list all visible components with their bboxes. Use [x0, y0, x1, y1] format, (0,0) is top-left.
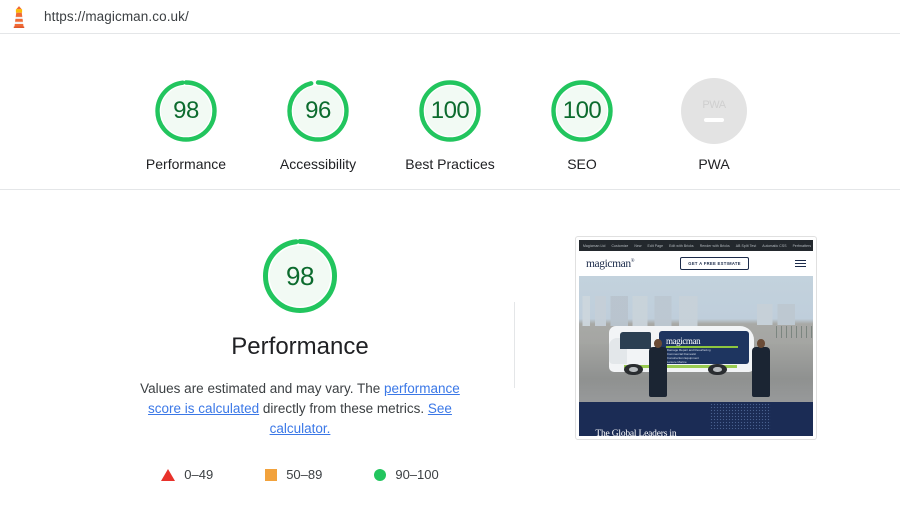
- admin-bar-item: Customize: [611, 243, 629, 248]
- legend-item-average: 50–89: [265, 467, 322, 482]
- site-logo-text: magicman: [586, 257, 631, 270]
- final-screenshot-thumbnail[interactable]: Magicman Ltd Customize New Edit Page Edi…: [575, 236, 817, 440]
- admin-bar-item: New: [634, 243, 642, 248]
- description-part-1: Values are estimated and may vary. The: [140, 381, 385, 396]
- van-side-panel: magicman Damage Repair and Resurfacing C…: [658, 330, 749, 365]
- score-label: Performance: [145, 156, 227, 172]
- dot-pattern: [710, 403, 771, 429]
- final-screenshot-panel: Magicman Ltd Customize New Edit Page Edi…: [575, 236, 817, 482]
- van-window: [619, 331, 652, 350]
- legend-item-pass: 90–100: [374, 467, 439, 482]
- technician-person: [649, 338, 667, 397]
- category-section: 98 Performance Values are estimated and …: [0, 190, 900, 482]
- van-wheel: [623, 363, 643, 376]
- score-gauge-performance[interactable]: 98 Performance: [137, 78, 235, 174]
- gauge-ring: 100: [417, 78, 483, 144]
- circle-marker-icon: [374, 468, 387, 481]
- metrics-description: Values are estimated and may vary. The p…: [135, 379, 465, 439]
- legend-range: 50–89: [286, 467, 323, 482]
- van-tagline: Damage Repair and Resurfacing Commercial…: [667, 348, 739, 364]
- branded-van: magicman Damage Repair and Resurfacing C…: [609, 326, 755, 376]
- hero-caption-band: The Global Leaders in: [579, 402, 813, 436]
- site-navigation-bar: magicman® GET A FREE ESTIMATE: [579, 251, 813, 276]
- admin-bar-item: Magicman Ltd: [583, 243, 606, 248]
- hamburger-menu-icon: [795, 259, 806, 268]
- van-services-line: Leisure Marine: [666, 360, 687, 365]
- technician-person: [752, 338, 770, 397]
- registered-mark: ®: [630, 258, 635, 264]
- vertical-divider: [514, 302, 515, 388]
- admin-bar-item: AB Split Test: [735, 243, 757, 248]
- pwa-badge-text: PWA: [702, 99, 726, 111]
- legend-item-fail: 0–49: [161, 467, 213, 482]
- score-value: 96: [305, 97, 331, 124]
- report-header: https://magicman.co.uk/: [0, 0, 900, 34]
- admin-bar-item: Perfmatters: [792, 243, 812, 248]
- score-label: SEO: [567, 156, 597, 172]
- hero-heading: The Global Leaders in: [595, 429, 677, 436]
- admin-bar-item: Edit Page: [647, 243, 664, 248]
- site-logo: magicman®: [586, 257, 635, 270]
- gauge-ring: 100: [549, 78, 615, 144]
- page-url: https://magicman.co.uk/: [44, 9, 189, 24]
- legend-range: 0–49: [184, 467, 214, 482]
- score-gauge-seo[interactable]: 100 SEO: [533, 78, 631, 174]
- score-label: Accessibility: [279, 156, 357, 172]
- score-value: 98: [173, 97, 199, 124]
- category-gauge: 98: [260, 236, 340, 316]
- triangle-marker-icon: [161, 468, 176, 481]
- admin-bar-item: Automatic CSS: [762, 243, 787, 248]
- legend-range: 90–100: [395, 467, 439, 482]
- score-value: 100: [430, 97, 470, 124]
- wordpress-admin-bar: Magicman Ltd Customize New Edit Page Edi…: [579, 240, 813, 251]
- page-title: Performance: [231, 333, 369, 360]
- lighthouse-icon: [13, 5, 25, 28]
- score-summary-strip: 98 Performance 96 Accessibility 100 Best…: [0, 34, 900, 190]
- performance-panel: 98 Performance Values are estimated and …: [92, 236, 508, 482]
- admin-bar-item: Edit with Bricks: [669, 243, 694, 248]
- hero-photo: magicman Damage Repair and Resurfacing C…: [579, 276, 813, 402]
- square-marker-icon: [265, 468, 278, 481]
- score-gauge-accessibility[interactable]: 96 Accessibility: [269, 78, 367, 174]
- score-label: PWA: [698, 156, 730, 172]
- promenade-railing: [775, 326, 813, 338]
- admin-bar-item: Render with Bricks: [699, 243, 730, 248]
- gauge-ring: 98: [153, 78, 219, 144]
- category-score-value: 98: [286, 260, 314, 291]
- pwa-badge: PWA: [681, 78, 747, 144]
- van-wheel: [708, 363, 727, 376]
- score-gauge-pwa[interactable]: PWA PWA: [665, 78, 763, 174]
- score-gauge-best-practices[interactable]: 100 Best Practices: [401, 78, 499, 174]
- city-skyline: [579, 296, 701, 327]
- get-estimate-button: GET A FREE ESTIMATE: [680, 257, 749, 270]
- pwa-null-dash-icon: [704, 118, 724, 122]
- city-skyline-right: [756, 303, 809, 326]
- score-label: Best Practices: [405, 156, 495, 172]
- score-legend: 0–49 50–89 90–100: [161, 467, 439, 482]
- gauge-ring: 96: [285, 78, 351, 144]
- description-part-2: directly from these metrics.: [259, 401, 428, 416]
- score-value: 100: [562, 97, 602, 124]
